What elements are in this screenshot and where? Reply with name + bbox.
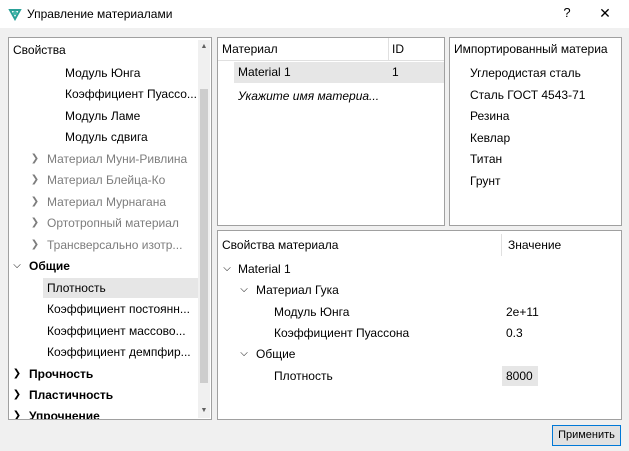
material-table-panel: Материал ID Material 1 1 Укажите имя мат…: [217, 37, 445, 226]
material-column-header[interactable]: Материал: [222, 38, 278, 60]
imported-material-soil[interactable]: Грунт: [470, 171, 501, 191]
prop-poisson: Коэффициент Пуассона: [274, 326, 410, 340]
tree-item-blatz-ko[interactable]: Материал Блейца-Ко: [47, 170, 165, 190]
tree-item-mooney-rivlin[interactable]: Материал Муни-Ривлина: [47, 149, 187, 169]
scrollbar-thumb[interactable]: [200, 89, 208, 383]
material-row[interactable]: Material 1 1: [234, 62, 444, 83]
material-row-id: 1: [392, 65, 399, 79]
tree-group-strength[interactable]: Прочность: [29, 364, 93, 384]
material-properties-panel: Свойства материала Значение ⌵ Material 1…: [217, 230, 622, 420]
apply-button[interactable]: Применить: [552, 425, 621, 446]
imported-material-rubber[interactable]: Резина: [470, 106, 509, 126]
properties-tree-panel: Свойства Модуль Юнга Коэффициент Пуассо.…: [8, 37, 212, 420]
prop-young-modulus: Модуль Юнга: [274, 305, 350, 319]
tree-item-poisson[interactable]: Коэффициент Пуассо...: [65, 84, 197, 104]
tree-item-shear-modulus[interactable]: Модуль сдвига: [65, 127, 148, 147]
title-bar: Управление материалами ? ✕: [0, 0, 629, 28]
prop-group-hooke[interactable]: Материал Гука: [256, 280, 339, 300]
tree-item-damping-coef[interactable]: Коэффициент демпфир...: [47, 342, 191, 362]
close-button[interactable]: ✕: [594, 5, 616, 23]
app-logo-icon: [8, 9, 22, 21]
imported-materials-panel: Импортированный материа Углеродистая ста…: [449, 37, 622, 226]
tree-item-density[interactable]: Плотность: [43, 278, 198, 298]
imported-material-gost-steel[interactable]: Сталь ГОСТ 4543-71: [470, 85, 585, 105]
tree-item-transversely-isotropic[interactable]: Трансверсально изотр...: [47, 235, 182, 255]
column-separator: [388, 38, 389, 60]
tree-item-const-coef[interactable]: Коэффициент постоянн...: [47, 299, 190, 319]
chevron-right-icon[interactable]: ❯: [29, 149, 41, 169]
imported-materials-header[interactable]: Импортированный материа: [454, 38, 608, 60]
tree-item-mass-coef[interactable]: Коэффициент массово...: [47, 321, 186, 341]
prop-young-modulus-value[interactable]: 2e+11: [506, 302, 539, 322]
prop-density: Плотность: [274, 369, 333, 383]
chevron-right-icon[interactable]: ❯: [29, 192, 41, 212]
prop-group-general[interactable]: Общие: [256, 344, 295, 364]
header-divider: [218, 60, 444, 61]
properties-tree-header: Свойства: [13, 43, 66, 57]
scroll-up-icon[interactable]: ▲: [198, 40, 210, 54]
tree-group-general[interactable]: Общие: [29, 256, 70, 276]
scroll-down-icon[interactable]: ▼: [198, 404, 210, 418]
id-column-header[interactable]: ID: [392, 38, 404, 60]
chevron-right-icon[interactable]: ❯: [29, 213, 41, 233]
chevron-right-icon[interactable]: ❯: [29, 235, 41, 255]
tree-item-young-modulus[interactable]: Модуль Юнга: [65, 63, 140, 83]
chevron-right-icon[interactable]: ❯: [11, 406, 23, 419]
prop-material-node[interactable]: Material 1: [238, 259, 291, 279]
imported-material-kevlar[interactable]: Кевлар: [470, 128, 510, 148]
property-column-header[interactable]: Свойства материала: [222, 234, 338, 256]
tree-item-density-label: Плотность: [47, 281, 106, 295]
new-material-name-input[interactable]: Укажите имя материа...: [238, 86, 379, 106]
window-title: Управление материалами: [27, 7, 173, 21]
chevron-right-icon[interactable]: ❯: [11, 385, 23, 405]
properties-scrollbar[interactable]: ▲ ▼: [198, 40, 210, 418]
tree-item-orthotropic[interactable]: Ортотропный материал: [47, 213, 179, 233]
tree-group-plasticity[interactable]: Пластичность: [29, 385, 113, 405]
chevron-right-icon[interactable]: ❯: [11, 364, 23, 384]
chevron-down-icon[interactable]: ⌵: [238, 344, 250, 364]
imported-material-titanium[interactable]: Титан: [470, 149, 502, 169]
imported-material-carbon-steel[interactable]: Углеродистая сталь: [470, 63, 581, 83]
column-separator: [501, 234, 502, 256]
prop-poisson-value[interactable]: 0.3: [506, 323, 523, 343]
help-button[interactable]: ?: [556, 5, 578, 23]
tree-group-hardening[interactable]: Упрочнение: [29, 406, 100, 419]
chevron-right-icon[interactable]: ❯: [29, 170, 41, 190]
prop-density-value[interactable]: 8000: [502, 366, 538, 386]
chevron-down-icon[interactable]: ⌵: [238, 280, 250, 300]
tree-item-murnaghan[interactable]: Материал Мурнагана: [47, 192, 166, 212]
material-row-name: Material 1: [238, 65, 291, 79]
tree-item-lame[interactable]: Модуль Ламе: [65, 106, 140, 126]
chevron-down-icon[interactable]: ⌵: [11, 256, 23, 276]
chevron-down-icon[interactable]: ⌵: [221, 259, 233, 279]
value-column-header[interactable]: Значение: [508, 234, 561, 256]
